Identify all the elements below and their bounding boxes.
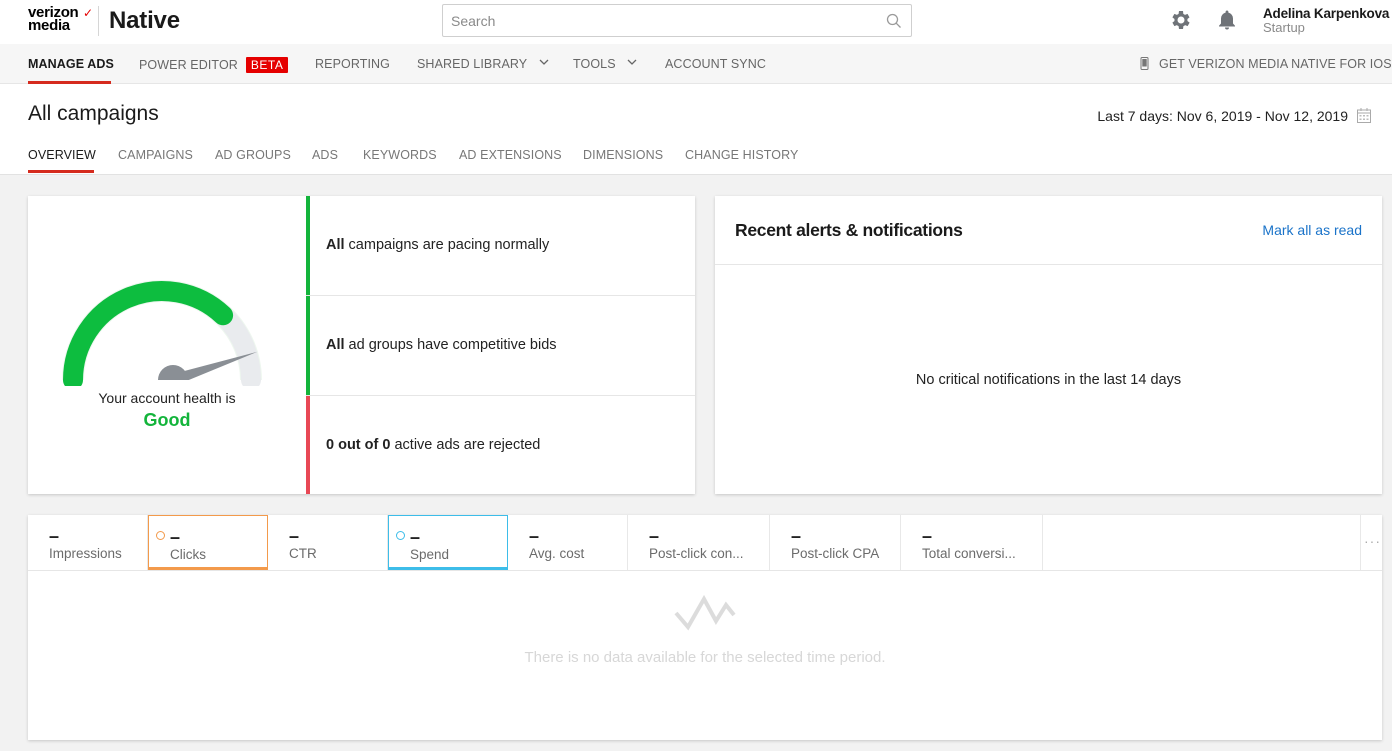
more-icon: ···: [1364, 533, 1381, 549]
search-icon[interactable]: [886, 13, 902, 29]
date-range-selector[interactable]: Last 7 days: Nov 6, 2019 - Nov 12, 2019: [1097, 108, 1348, 124]
status-text: 0 out of 0 active ads are rejected: [326, 437, 541, 453]
metric-post-click-cpa[interactable]: – Post-click CPA: [770, 515, 901, 570]
metric-total-conversions[interactable]: – Total conversi...: [901, 515, 1043, 570]
metric-value: –: [410, 527, 421, 547]
tab-dimensions[interactable]: DIMENSIONS: [583, 148, 663, 162]
status-bar: [306, 296, 310, 395]
metric-label: Post-click CPA: [791, 546, 880, 561]
metric-clicks[interactable]: – Clicks: [148, 515, 268, 570]
ios-app-link-label: GET VERIZON MEDIA NATIVE FOR IOS: [1159, 57, 1392, 71]
nav-tools-label: TOOLS: [573, 57, 616, 71]
mark-all-read-link[interactable]: Mark all as read: [1262, 222, 1362, 238]
series-dot-icon: [156, 531, 165, 540]
metric-value: –: [170, 527, 181, 547]
alerts-title: Recent alerts & notifications: [735, 220, 963, 240]
tab-keywords[interactable]: KEYWORDS: [363, 148, 437, 162]
user-menu[interactable]: Adelina Karpenkova Startup: [1263, 6, 1389, 34]
status-bar: [306, 396, 310, 494]
metric-ctr[interactable]: – CTR: [268, 515, 388, 570]
status-row-bids[interactable]: All ad groups have competitive bids: [306, 296, 695, 396]
chevron-down-icon: [627, 59, 637, 65]
account-health-gauge: [62, 280, 262, 386]
logo-text-line2: media: [28, 17, 70, 34]
metric-value: –: [791, 526, 802, 546]
nav-tools[interactable]: TOOLS: [573, 57, 637, 71]
tab-ad-extensions[interactable]: AD EXTENSIONS: [459, 148, 562, 162]
status-text: All campaigns are pacing normally: [326, 237, 550, 253]
metric-value: –: [289, 526, 300, 546]
no-data-message: There is no data available for the selec…: [524, 649, 886, 666]
alerts-empty-message: No critical notifications in the last 14…: [915, 372, 1182, 388]
more-metrics-button[interactable]: ···: [1360, 515, 1382, 570]
gauge-fill: [63, 281, 234, 386]
search-box[interactable]: [442, 4, 912, 37]
tab-change-history[interactable]: CHANGE HISTORY: [685, 148, 798, 162]
metric-impressions[interactable]: – Impressions: [28, 515, 148, 570]
metric-post-click-conversions[interactable]: – Post-click con...: [628, 515, 770, 570]
metric-label: Avg. cost: [529, 546, 585, 561]
calendar-icon[interactable]: [1357, 108, 1371, 123]
gear-icon[interactable]: [1169, 8, 1193, 32]
health-value: Good: [143, 410, 191, 430]
verizon-media-logo[interactable]: verizon media ✓: [28, 5, 94, 36]
health-label: Your account health is: [98, 390, 236, 406]
series-dot-icon: [396, 531, 405, 540]
nav-shared-library[interactable]: SHARED LIBRARY: [417, 57, 549, 71]
bell-icon[interactable]: [1215, 8, 1239, 32]
phone-icon: [1140, 57, 1149, 70]
account-health-card: Your account health is Good All campaign…: [28, 196, 695, 494]
alerts-card: Recent alerts & notifications Mark all a…: [715, 196, 1382, 494]
page-header: All campaigns Last 7 days: Nov 6, 2019 -…: [0, 84, 1392, 175]
nav-power-editor-label: POWER EDITOR: [139, 58, 238, 72]
logo-divider: [98, 6, 99, 36]
metric-value: –: [49, 526, 60, 546]
main-nav: MANAGE ADS POWER EDITOR BETA REPORTING SH…: [0, 44, 1392, 84]
user-name: Adelina Karpenkova: [1263, 6, 1390, 21]
metric-spend[interactable]: – Spend: [388, 515, 508, 570]
metric-label: Spend: [410, 547, 450, 562]
metric-value: –: [529, 526, 540, 546]
logo-check-icon: ✓: [83, 6, 94, 20]
divider: [715, 264, 1382, 265]
metric-label: Total conversi...: [922, 546, 1016, 561]
ios-app-link[interactable]: GET VERIZON MEDIA NATIVE FOR IOS: [1140, 57, 1392, 71]
tab-overview[interactable]: OVERVIEW: [28, 148, 96, 162]
status-row-rejected-ads[interactable]: 0 out of 0 active ads are rejected: [306, 396, 695, 494]
chevron-down-icon: [539, 59, 549, 65]
metric-label: Impressions: [49, 546, 122, 561]
metric-label: CTR: [289, 546, 317, 561]
status-row-pacing[interactable]: All campaigns are pacing normally: [306, 196, 695, 296]
status-bar: [306, 196, 310, 295]
metric-value: –: [922, 526, 933, 546]
nav-manage-ads[interactable]: MANAGE ADS: [28, 57, 114, 71]
nav-reporting[interactable]: REPORTING: [315, 57, 390, 71]
active-tab-underline: [28, 170, 94, 173]
performance-metrics-card: – Impressions – Clicks – CTR – Spend – A…: [28, 515, 1382, 740]
product-name: Native: [109, 7, 180, 34]
divider: [28, 570, 1382, 571]
nav-shared-library-label: SHARED LIBRARY: [417, 57, 528, 71]
status-text: All ad groups have competitive bids: [326, 337, 557, 353]
nav-account-sync[interactable]: ACCOUNT SYNC: [665, 57, 766, 71]
page-title: All campaigns: [28, 102, 159, 125]
no-data-chart-icon: [674, 594, 736, 631]
beta-badge: BETA: [245, 57, 289, 73]
metric-label: Clicks: [170, 547, 206, 562]
search-input[interactable]: [451, 12, 871, 30]
top-bar: verizon media ✓ Native Adelina Karpenkov…: [0, 0, 1392, 44]
tab-campaigns[interactable]: CAMPAIGNS: [118, 148, 193, 162]
metric-value: –: [649, 526, 660, 546]
tab-ads[interactable]: ADS: [312, 148, 338, 162]
metric-label: Post-click con...: [649, 546, 744, 561]
user-plan: Startup: [1263, 20, 1305, 35]
metric-avg-cost[interactable]: – Avg. cost: [508, 515, 628, 570]
tab-ad-groups[interactable]: AD GROUPS: [215, 148, 291, 162]
nav-power-editor[interactable]: POWER EDITOR BETA: [139, 57, 289, 73]
